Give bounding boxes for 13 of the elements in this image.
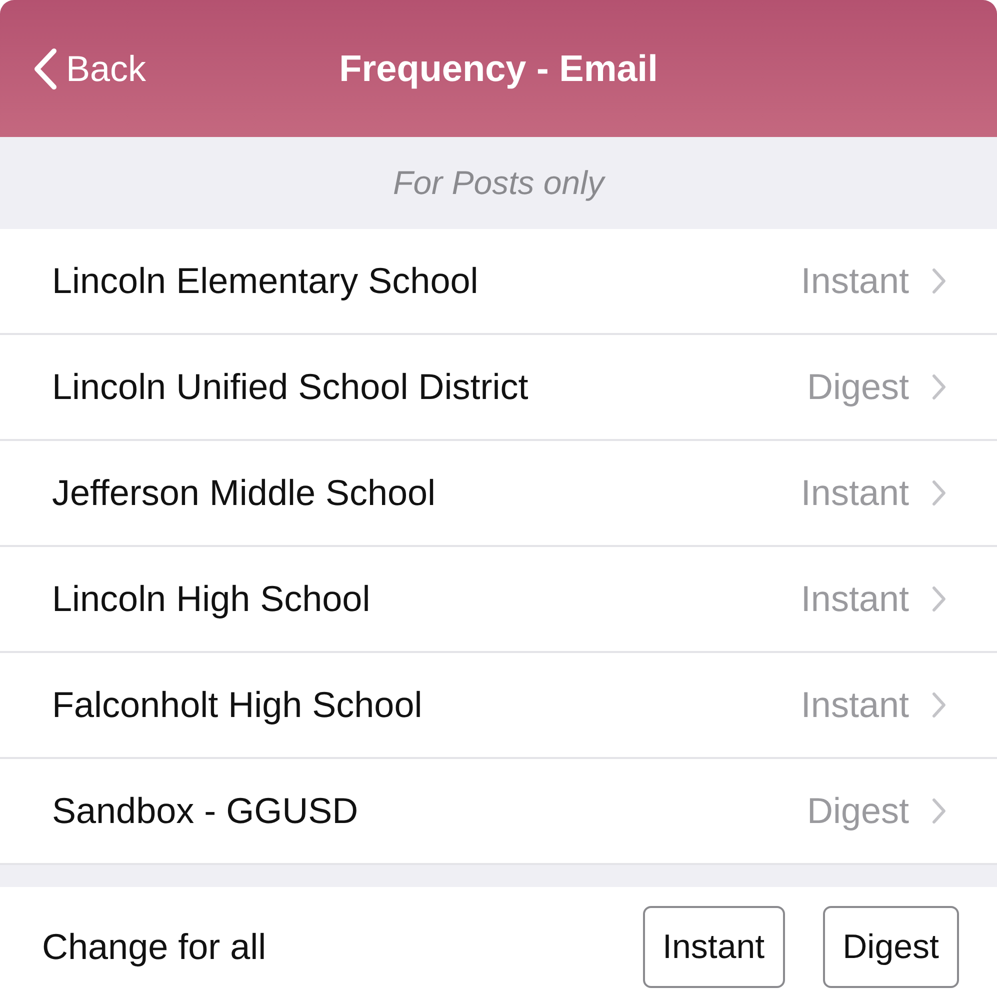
back-chevron-icon	[32, 48, 58, 90]
screen-title: Frequency - Email	[339, 48, 658, 88]
chevron-right-icon	[931, 479, 947, 507]
instant-button[interactable]: Instant	[642, 906, 785, 988]
chevron-right-icon	[931, 267, 947, 295]
digest-button[interactable]: Digest	[822, 906, 959, 988]
chevron-right-icon	[931, 691, 947, 719]
change-for-all-label: Change for all	[42, 926, 268, 968]
chevron-right-icon	[931, 373, 947, 401]
chevron-right-icon	[931, 585, 947, 613]
back-button[interactable]: Back	[32, 48, 146, 90]
chevron-right-icon	[931, 797, 947, 825]
section-header: For Posts only	[393, 164, 604, 202]
